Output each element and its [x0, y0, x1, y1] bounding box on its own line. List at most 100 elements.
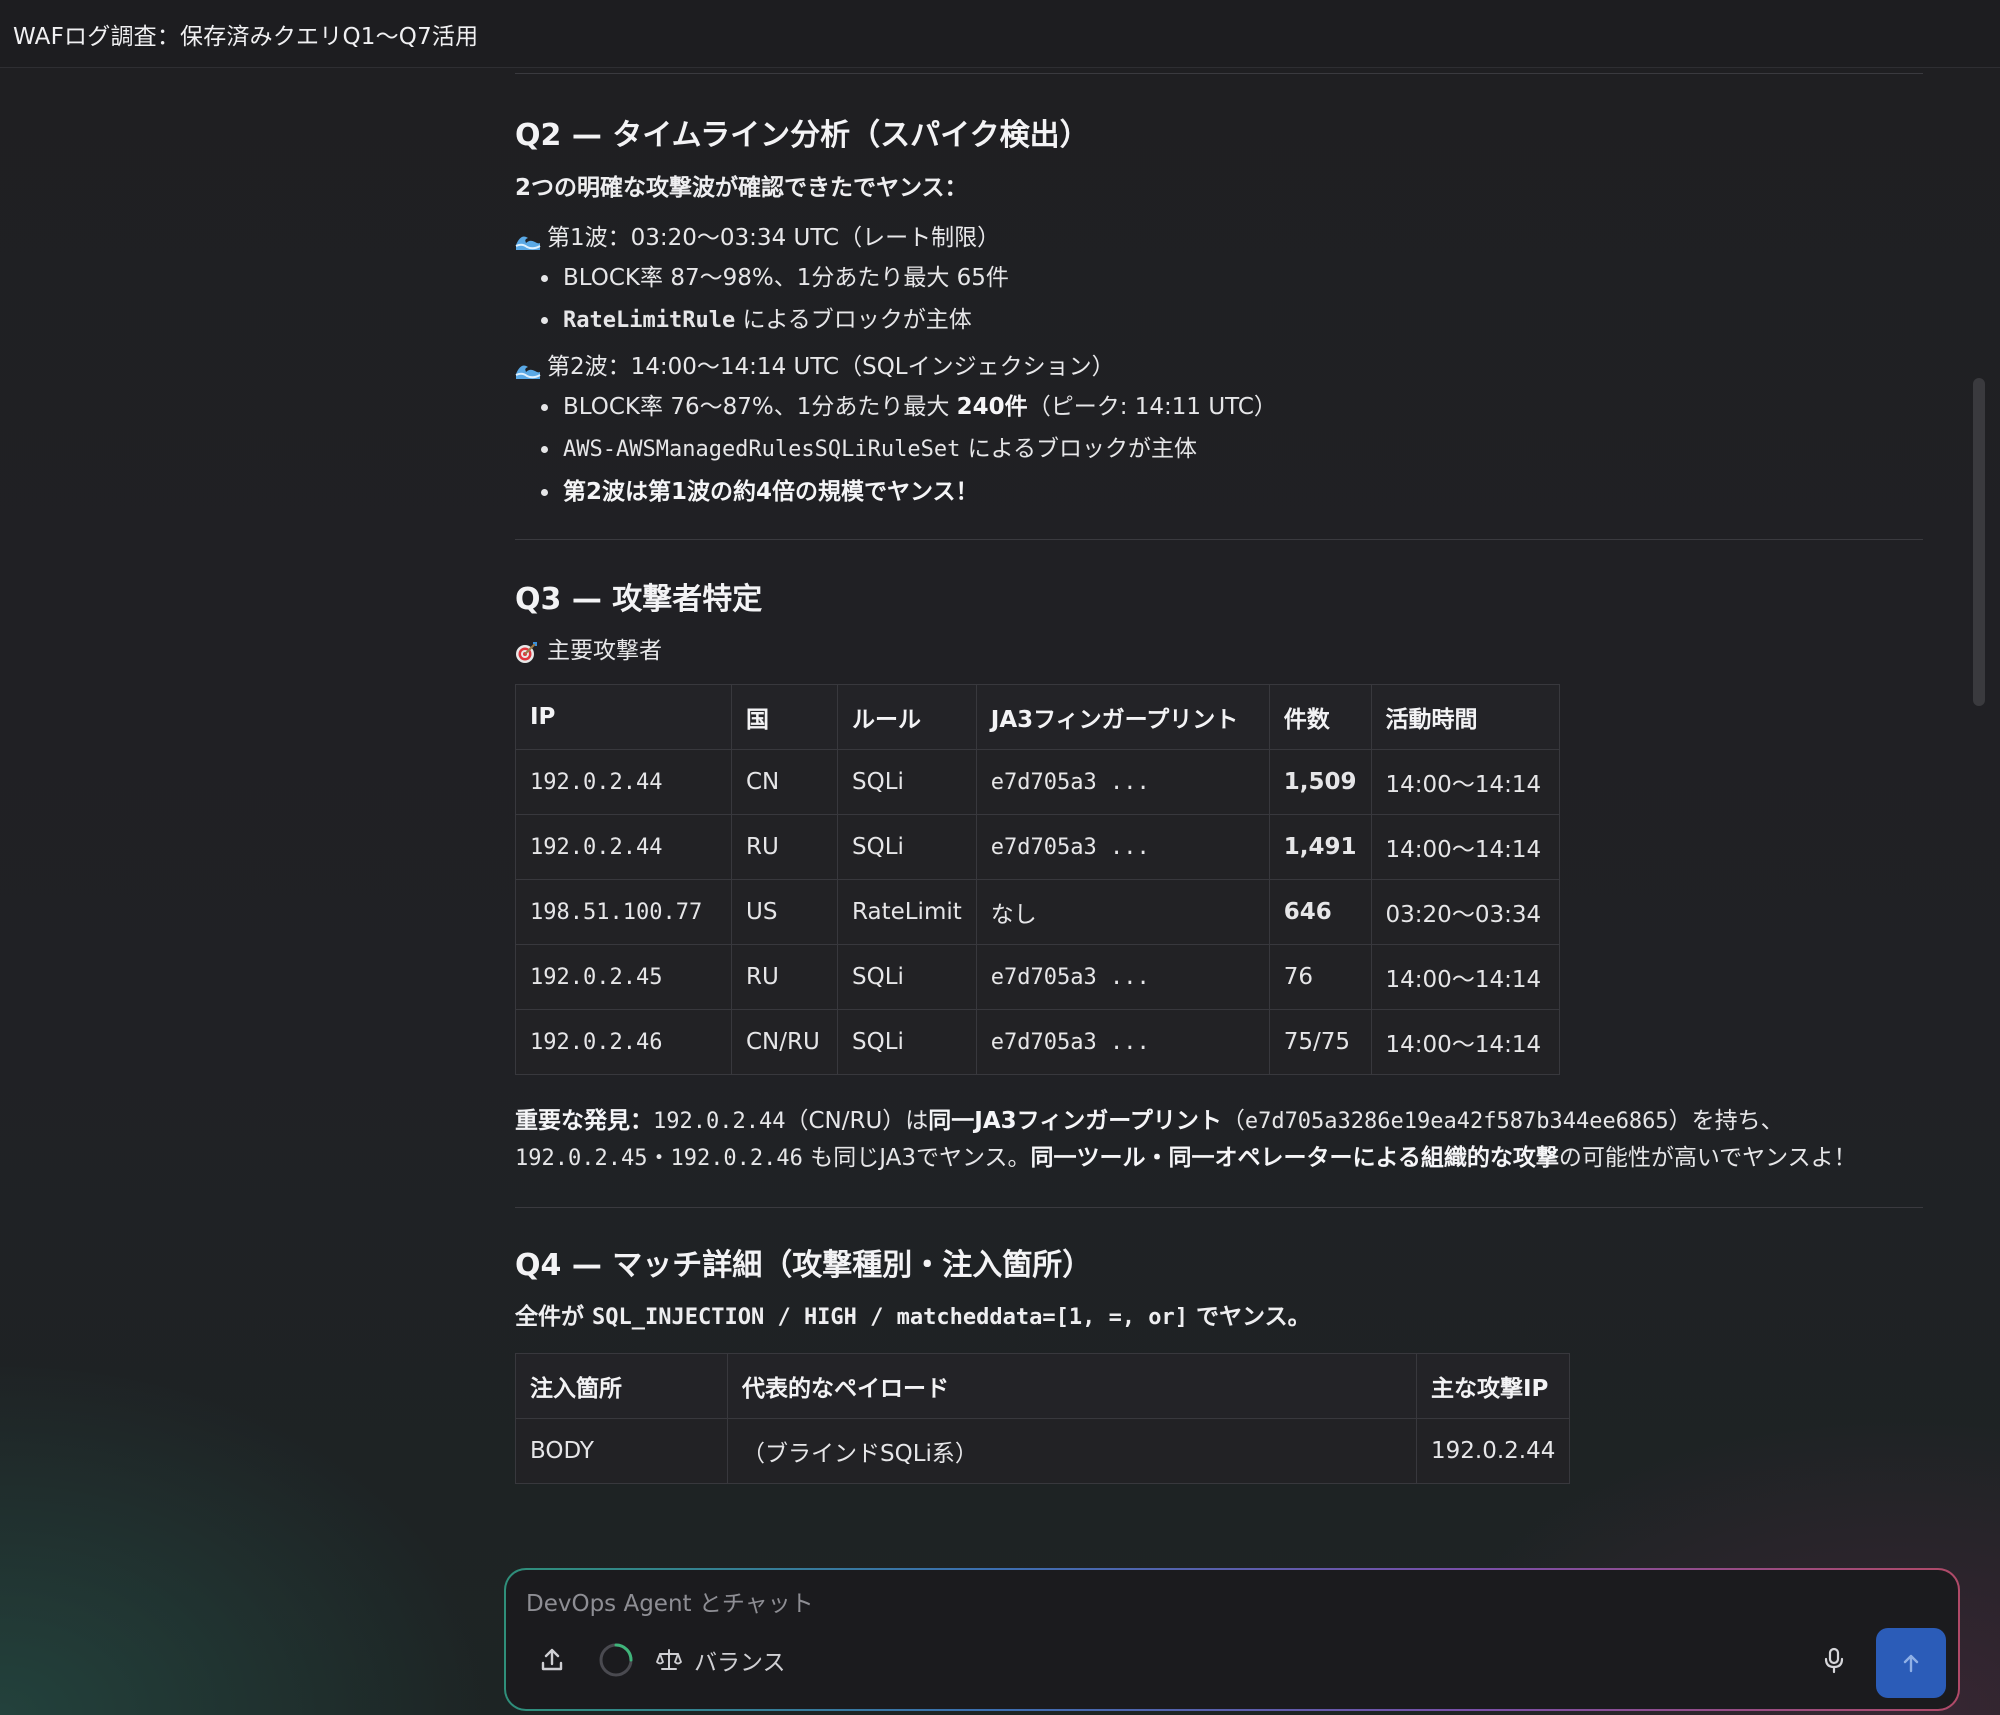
mic-icon[interactable]: [1808, 1634, 1860, 1686]
divider: [515, 1207, 1923, 1208]
attackers-subheading: 主要攻撃者: [515, 634, 1923, 668]
table-cell: SQLi: [837, 749, 977, 815]
table-cell: 14:00〜14:14: [1370, 814, 1560, 880]
section-heading-q4: Q4 — マッチ詳細（攻撃種別・注入箇所）: [515, 1248, 1093, 1283]
title-bar: WAFログ調査：保存済みクエリQ1〜Q7活用: [0, 0, 2000, 68]
table-cell: US: [731, 879, 838, 945]
table-cell: CN/RU: [731, 1009, 838, 1075]
table-cell: e7d705a3 ...: [975, 749, 1270, 815]
table-row: 192.0.2.44 RU SQLi e7d705a3 ... 1,491 14…: [515, 814, 1560, 880]
chat-transcript: Q2 — タイムライン分析（スパイク検出） 2つの明確な攻撃波が確認できたでヤン…: [515, 68, 1923, 1540]
text: でヤンス。: [1188, 1304, 1311, 1330]
list-item-text: によるブロックが主体: [735, 307, 972, 333]
table-cell: SQLi: [837, 1009, 977, 1075]
finding-label: 重要な発見：: [515, 1108, 653, 1134]
text: ）を持ち、: [1668, 1108, 1784, 1134]
list-item: AWS-AWSManagedRulesSQLiRuleSet によるブロックが主…: [539, 428, 1923, 471]
table-row: BODY （ブラインドSQLi系） 192.0.2.44: [515, 1418, 1571, 1484]
inline-code: 192.0.2.44: [653, 1109, 786, 1134]
column-header: 件数: [1268, 684, 1372, 750]
list-item: RateLimitRule によるブロックが主体: [539, 299, 1923, 342]
column-header: ルール: [837, 684, 977, 750]
table-cell: 14:00〜14:14: [1370, 749, 1560, 815]
column-header: JA3フィンガープリント: [975, 684, 1270, 750]
list-item: BLOCK率 76〜87%、1分あたり最大 240件（ピーク: 14:11 UT…: [539, 386, 1923, 428]
mode-selector[interactable]: バランス: [656, 1634, 786, 1686]
mode-label: バランス: [694, 1650, 786, 1676]
table-row: 198.51.100.77 US RateLimit なし 646 03:20〜…: [515, 879, 1560, 945]
q4-lead: 全件が SQL_INJECTION / HIGH / matcheddata=[…: [515, 1300, 1923, 1335]
key-finding-paragraph: 重要な発見：192.0.2.44（CN/RU）は同一JA3フィンガープリント（e…: [515, 1103, 1915, 1177]
attackers-table: IP 国 ルール JA3フィンガープリント 件数 活動時間 192.0.2.44…: [515, 684, 1560, 1075]
table-cell-ip: 192.0.2.46: [515, 1009, 732, 1075]
table-cell-count: 646: [1268, 879, 1372, 945]
page-title: WAFログ調査：保存済みクエリQ1〜Q7活用: [13, 23, 479, 50]
table-row: 192.0.2.46 CN/RU SQLi e7d705a3 ... 75/75…: [515, 1009, 1560, 1075]
wave2-title-text: 第2波：14:00〜14:14 UTC（SQLインジェクション）: [547, 354, 1115, 380]
inline-code: 192.0.2.45: [515, 1146, 648, 1171]
list-item: 第2波は第1波の約4倍の規模でヤンス！: [539, 471, 1923, 513]
wave2-bullets: BLOCK率 76〜87%、1分あたり最大 240件（ピーク: 14:11 UT…: [539, 386, 1923, 513]
table-cell-count: 1,491: [1268, 814, 1372, 880]
column-header: 活動時間: [1370, 684, 1560, 750]
table-cell-count: 1,509: [1268, 749, 1372, 815]
send-button[interactable]: [1876, 1628, 1946, 1698]
table-cell: RateLimit: [837, 879, 977, 945]
table-cell: RU: [731, 814, 838, 880]
table-cell-ip: 192.0.2.44: [515, 749, 732, 815]
text: 全件が: [515, 1304, 593, 1330]
table-cell: e7d705a3 ...: [975, 814, 1270, 880]
table-header-row: 注入箇所 代表的なペイロード 主な攻撃IP: [515, 1353, 1571, 1419]
wave1-title: 第1波：03:20〜03:34 UTC（レート制限）: [515, 221, 1923, 255]
list-item-text: BLOCK率 76〜87%、1分あたり最大: [563, 394, 957, 420]
list-item-text: 第2波は第1波の約4倍の規模でヤンス！: [563, 479, 979, 505]
column-header: 注入箇所: [515, 1353, 728, 1419]
emphasis: 同一JA3フィンガープリント: [928, 1108, 1222, 1134]
scrollbar-thumb[interactable]: [1973, 378, 1985, 706]
table-cell-ip: 192.0.2.45: [515, 944, 732, 1010]
list-item-text: （ピーク: 14:11 UTC）: [1027, 394, 1277, 420]
divider: [515, 539, 1923, 540]
column-header: IP: [515, 684, 732, 750]
table-cell: 192.0.2.44: [1415, 1418, 1571, 1484]
column-header: 国: [731, 684, 838, 750]
inline-code: e7d705a3286e19ea42f587b344ee6865: [1244, 1109, 1669, 1134]
list-item-text: によるブロックが主体: [960, 436, 1197, 462]
attackers-subheading-text: 主要攻撃者: [547, 638, 662, 664]
wave2-title: 第2波：14:00〜14:14 UTC（SQLインジェクション）: [515, 350, 1923, 384]
table-cell: （ブラインドSQLi系）: [727, 1418, 1417, 1484]
scale-icon: [656, 1647, 682, 1673]
column-header: 主な攻撃IP: [1415, 1353, 1571, 1419]
target-icon: [515, 640, 541, 663]
chat-input[interactable]: [526, 1586, 1626, 1622]
table-cell: 14:00〜14:14: [1370, 1009, 1560, 1075]
table-cell: RU: [731, 944, 838, 1010]
table-row: 192.0.2.45 RU SQLi e7d705a3 ... 76 14:00…: [515, 944, 1560, 1010]
divider: [515, 73, 1923, 74]
wave-icon: [515, 227, 541, 250]
table-cell: e7d705a3 ...: [975, 1009, 1270, 1075]
inline-code: SQL_INJECTION / HIGH / matcheddata=[1, =…: [592, 1305, 1189, 1330]
text: ・: [647, 1145, 671, 1171]
table-cell-ip: 192.0.2.44: [515, 814, 732, 880]
text: （CN/RU）は: [785, 1108, 929, 1134]
table-cell: BODY: [515, 1418, 728, 1484]
table-cell: SQLi: [837, 944, 977, 1010]
spinner-icon: [590, 1634, 642, 1686]
wave-icon: [515, 356, 541, 379]
injection-table: 注入箇所 代表的なペイロード 主な攻撃IP BODY （ブラインドSQLi系） …: [515, 1353, 1571, 1484]
column-header: 代表的なペイロード: [727, 1353, 1417, 1419]
table-header-row: IP 国 ルール JA3フィンガープリント 件数 活動時間: [515, 684, 1560, 750]
upload-icon[interactable]: [526, 1634, 578, 1686]
text: （: [1221, 1108, 1245, 1134]
section-heading-q3: Q3 — 攻撃者特定: [515, 582, 763, 617]
table-row: 192.0.2.44 CN SQLi e7d705a3 ... 1,509 14…: [515, 749, 1560, 815]
wave1-title-text: 第1波：03:20〜03:34 UTC（レート制限）: [547, 225, 1001, 251]
table-cell: 03:20〜03:34: [1370, 879, 1560, 945]
table-cell: CN: [731, 749, 838, 815]
table-cell: なし: [975, 879, 1270, 945]
section-heading-q2: Q2 — タイムライン分析（スパイク検出）: [515, 118, 1090, 153]
table-cell: 14:00〜14:14: [1370, 944, 1560, 1010]
wave1-bullets: BLOCK率 87〜98%、1分あたり最大 65件 RateLimitRule …: [539, 257, 1923, 342]
arrow-up-icon: [1899, 1651, 1923, 1675]
